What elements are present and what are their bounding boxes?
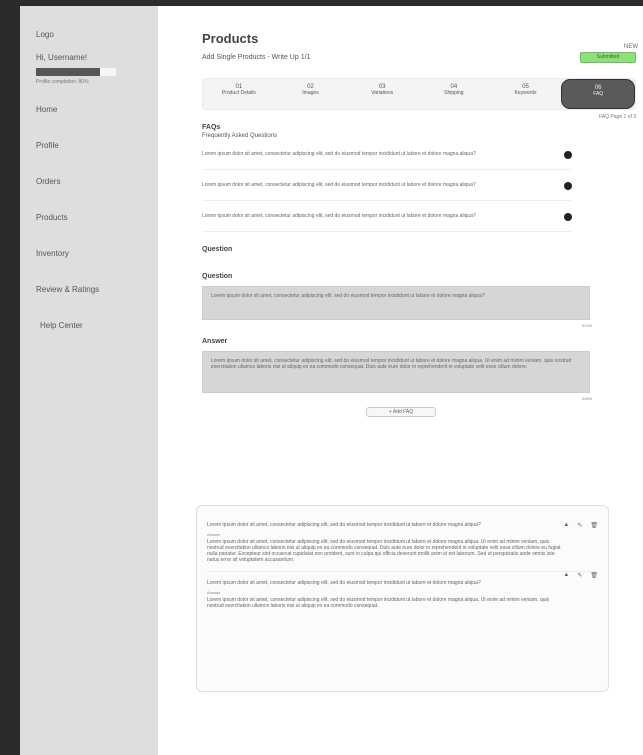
faq-card-answer: Lorem ipsum dolor sit amet, consectetur …	[207, 597, 550, 609]
question-char-count: 0/150	[581, 323, 592, 328]
sidebar-item-products[interactable]: Products	[36, 212, 144, 248]
answer-char-count: 0/500	[581, 396, 592, 401]
badge-tag: NEW	[624, 44, 638, 50]
main-content: Products Add Single Products - Write Up …	[202, 31, 638, 417]
add-faq-button[interactable]: + Add FAQ	[366, 407, 436, 417]
radio-icon[interactable]	[564, 151, 572, 159]
page-subtitle: Add Single Products - Write Up 1/1	[202, 54, 311, 61]
faq-question-row[interactable]: Lorem ipsum dolor sit amet, consectetur …	[202, 151, 572, 170]
faq-question-row[interactable]: Lorem ipsum dolor sit amet, consectetur …	[202, 213, 572, 232]
sidebar-item-inventory[interactable]: Inventory	[36, 248, 144, 284]
edit-icon[interactable]: ✎	[577, 572, 582, 579]
profile-progress-fill	[36, 68, 100, 76]
faq-card-item: Lorem ipsum dolor sit amet, consectetur …	[207, 522, 598, 563]
question-field[interactable]: Lorem ipsum dolor sit amet, consectetur …	[202, 286, 590, 320]
sidebar-item-home[interactable]: Home	[36, 104, 144, 140]
collapse-icon[interactable]: ▲	[563, 522, 569, 529]
faq-form: Question Question Lorem ipsum dolor sit …	[202, 246, 638, 417]
tab-label: FAQ	[593, 91, 604, 97]
page-subheader: Add Single Products - Write Up 1/1 NEW S…	[202, 44, 638, 70]
faq-question-text: Lorem ipsum dolor sit amet, consectetur …	[202, 213, 476, 219]
faq-card-actions: ▲ ✎ 🗑	[563, 572, 598, 579]
step-tabs: 01 Product Details 02 Images 03 Variatio…	[202, 78, 636, 110]
collapse-icon[interactable]: ▲	[563, 572, 569, 579]
faq-subtitle: Frequently Asked Questions	[202, 133, 278, 139]
faq-card-answer-label: Answer	[207, 590, 221, 595]
page-title: Products	[202, 31, 259, 46]
faq-card-question: Lorem ipsum dolor sit amet, consectetur …	[207, 522, 481, 528]
logo: Logo	[36, 30, 54, 39]
tab-label: Variations	[371, 90, 394, 96]
faq-title: FAQs	[202, 124, 221, 131]
faq-card-answer: Lorem ipsum dolor sit amet, consectetur …	[207, 539, 561, 563]
tab-faq[interactable]: 06 FAQ	[561, 79, 636, 109]
status-badge: Submitted	[580, 52, 636, 63]
tab-label: Shipping	[444, 90, 464, 96]
radio-icon[interactable]	[564, 213, 572, 221]
sidebar-item-reviews[interactable]: Review & Ratings	[36, 284, 144, 320]
faq-question-text: Lorem ipsum dolor sit amet, consectetur …	[202, 151, 476, 157]
sidebar-nav: Home Profile Orders Products Inventory R…	[36, 104, 144, 356]
tab-product-details[interactable]: 01 Product Details	[203, 79, 275, 109]
greeting: Hi, Username!	[36, 53, 88, 62]
faq-card-answer-label: Answer	[207, 532, 221, 537]
tab-variations[interactable]: 03 Variations	[346, 79, 418, 109]
tab-label: Product Details	[221, 90, 256, 96]
tab-images[interactable]: 02 Images	[275, 79, 347, 109]
faq-question-row[interactable]: Lorem ipsum dolor sit amet, consectetur …	[202, 182, 572, 201]
radio-icon[interactable]	[564, 182, 572, 190]
delete-icon[interactable]: 🗑	[590, 522, 598, 529]
tab-shipping[interactable]: 04 Shipping	[418, 79, 490, 109]
faq-list-card: Lorem ipsum dolor sit amet, consectetur …	[196, 505, 609, 692]
profile-status: Profile completion: 80%	[36, 79, 89, 85]
tab-label: Images	[302, 90, 319, 96]
faq-section: FAQs Frequently Asked Questions Lorem ip…	[202, 124, 638, 232]
edit-icon[interactable]: ✎	[577, 522, 582, 529]
question-label: Question	[202, 273, 233, 280]
faq-card-question: Lorem ipsum dolor sit amet, consectetur …	[207, 580, 481, 586]
profile-progress-bar	[36, 68, 116, 76]
sidebar-item-profile[interactable]: Profile	[36, 140, 144, 176]
faq-card-item: Lorem ipsum dolor sit amet, consectetur …	[207, 571, 598, 609]
faq-card-actions: ▲ ✎ 🗑	[563, 522, 598, 529]
tabs-meta: FAQ Page 1 of 3	[599, 114, 636, 120]
faq-question-text: Lorem ipsum dolor sit amet, consectetur …	[202, 182, 476, 188]
tab-keywords[interactable]: 05 Keywords	[490, 79, 562, 109]
form-heading: Question	[202, 246, 233, 253]
tab-label: Keywords	[514, 90, 537, 96]
sidebar-item-help[interactable]: Help Center	[36, 320, 144, 356]
sidebar: Logo Hi, Username! Profile completion: 8…	[20, 6, 158, 755]
sidebar-item-orders[interactable]: Orders	[36, 176, 144, 212]
app-window: Logo Hi, Username! Profile completion: 8…	[20, 6, 643, 755]
answer-field[interactable]: Lorem ipsum dolor sit amet, consectetur …	[202, 351, 590, 393]
answer-label: Answer	[202, 338, 228, 345]
delete-icon[interactable]: 🗑	[590, 572, 598, 579]
